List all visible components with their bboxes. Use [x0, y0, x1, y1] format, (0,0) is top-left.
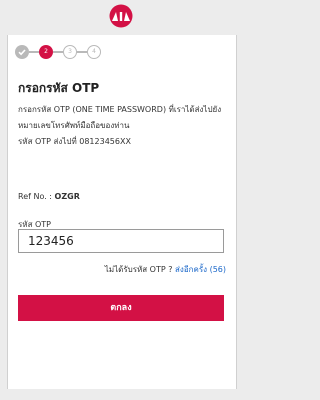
- page-title: กรอกรหัส OTP: [18, 81, 100, 95]
- phone-line: รหัส OTP ส่งไปที่ 08123456XX: [18, 137, 131, 146]
- resend-prompt: ไม่ได้รับรหัส OTP ?: [104, 265, 173, 274]
- step-3: 3: [63, 45, 77, 59]
- resend-link[interactable]: ส่งอีกครั้ง (56): [175, 265, 226, 274]
- otp-card: 2 3 4 กรอกรหัส OTP กรอกรหัส OTP (ONE TIM…: [7, 35, 237, 389]
- aia-logo-icon: [109, 4, 133, 28]
- app-header: [0, 0, 241, 32]
- stepper-connector: [29, 51, 39, 53]
- instructions: กรอกรหัส OTP (ONE TIME PASSWORD) ที่เราไ…: [18, 102, 228, 150]
- resend-row: ไม่ได้รับรหัส OTP ? ส่งอีกครั้ง (56): [105, 263, 226, 276]
- progress-stepper: 2 3 4: [8, 45, 236, 65]
- step-1: [15, 45, 29, 59]
- submit-button[interactable]: ตกลง: [18, 295, 224, 321]
- step-2: 2: [39, 45, 53, 59]
- stepper-connector: [77, 51, 87, 53]
- ref-value: OZGR: [54, 192, 80, 201]
- instruction-line: หมายเลขโทรศัพท์มือถือของท่าน: [18, 121, 130, 130]
- step-4: 4: [87, 45, 101, 59]
- instruction-line: กรอกรหัส OTP (ONE TIME PASSWORD) ที่เราไ…: [18, 105, 222, 114]
- otp-input[interactable]: 123456: [18, 229, 224, 253]
- otp-screen: 2 3 4 กรอกรหัส OTP กรอกรหัส OTP (ONE TIM…: [0, 0, 241, 400]
- stepper-connector: [53, 51, 63, 53]
- check-icon: [18, 49, 26, 56]
- ref-label: Ref No. :: [18, 192, 52, 201]
- reference-number: Ref No. : OZGR: [18, 192, 80, 201]
- bottom-bar: [0, 390, 241, 400]
